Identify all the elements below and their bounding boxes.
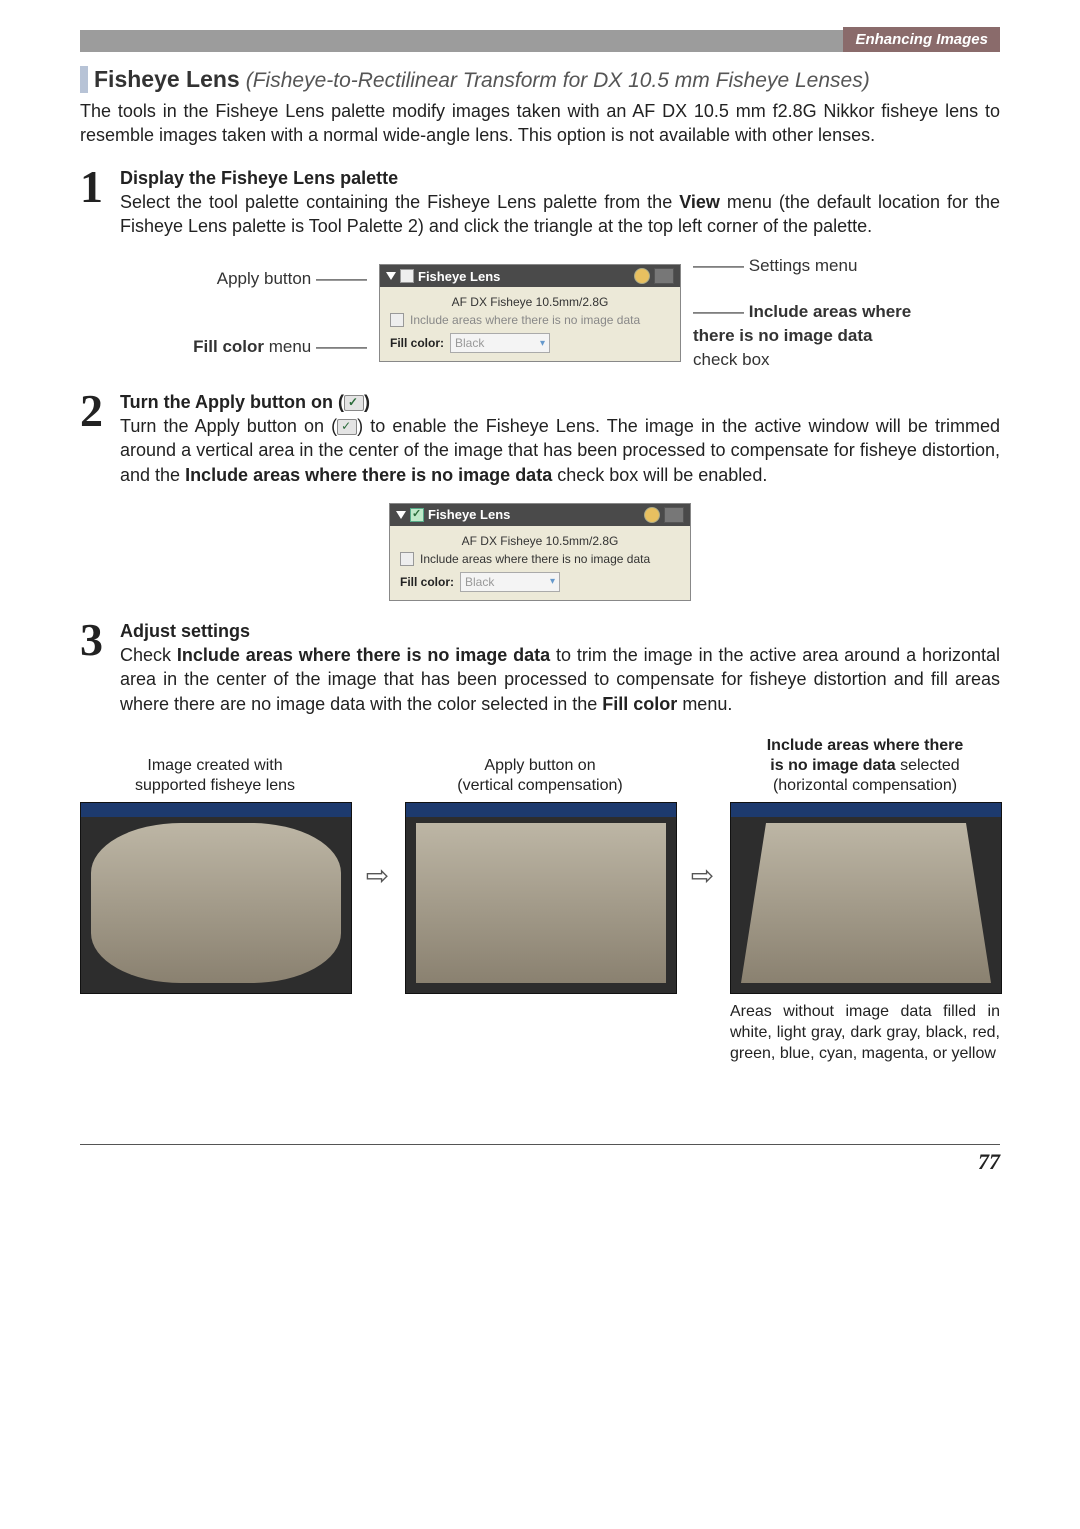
label-settings-menu: Settings menu [749, 256, 858, 275]
step-3: 3 Adjust settings Check Include areas wh… [80, 619, 1000, 716]
sample-col-3: Include areas where there is no image da… [730, 726, 1000, 1064]
palette-titlebar[interactable]: Fisheye Lens [390, 504, 690, 526]
step-heading: Display the Fisheye Lens palette [120, 168, 398, 188]
label-fill-color-bold: Fill color [193, 337, 264, 356]
intro-text: The tools in the Fisheye Lens palette mo… [80, 99, 1000, 148]
fill-color-row: Fill color: Black ▾ [400, 572, 680, 592]
chevron-down-icon: ▾ [540, 338, 545, 349]
page-number: 77 [80, 1145, 1000, 1175]
chevron-down-icon: ▾ [550, 576, 555, 587]
help-icon[interactable] [644, 507, 660, 523]
step-1-bold-a: View [679, 192, 720, 212]
help-icon[interactable] [634, 268, 650, 284]
collapse-triangle-icon[interactable] [386, 272, 396, 280]
sample2-line2: (vertical compensation) [405, 776, 675, 796]
sample-images-row: Image created with supported fisheye len… [80, 726, 1000, 1064]
step-1: 1 Display the Fisheye Lens palette Selec… [80, 166, 1000, 239]
fisheye-palette-off: Fisheye Lens AF DX Fisheye 10.5mm/2.8G I… [379, 264, 681, 362]
collapse-triangle-icon[interactable] [396, 511, 406, 519]
include-checkbox[interactable] [400, 552, 414, 566]
step-2-bold-a: Include areas where there is no image da… [185, 465, 552, 485]
label-include-rest: check box [693, 350, 770, 369]
label-include-bold: Include areas where there is no image da… [693, 302, 911, 345]
palette-titlebar[interactable]: Fisheye Lens [380, 265, 680, 287]
label-apply-button: Apply button [217, 269, 312, 288]
sample-col-2: Apply button on (vertical compensation) [405, 726, 675, 1064]
palette-title-text: Fisheye Lens [428, 507, 510, 522]
label-fill-color-rest: menu [264, 337, 311, 356]
include-areas-row-disabled: Include areas where there is no image da… [390, 313, 670, 327]
step-number: 1 [80, 166, 120, 239]
sample-image-horizontal [730, 802, 1002, 994]
sample-image-vertical [405, 802, 677, 994]
include-areas-row[interactable]: Include areas where there is no image da… [400, 552, 680, 566]
header-bar: Enhancing Images [80, 30, 1000, 52]
step-2-text-a: Turn the Apply button on ( [120, 416, 337, 436]
apply-on-inline-icon [344, 395, 364, 411]
step-number: 2 [80, 390, 120, 487]
apply-checkbox-on[interactable] [410, 508, 424, 522]
sample1-line2: supported fisheye lens [80, 776, 350, 796]
step-2: 2 Turn the Apply button on () Turn the A… [80, 390, 1000, 487]
settings-menu-icon[interactable] [654, 268, 674, 284]
fill-color-label: Fill color: [390, 336, 444, 350]
fill-color-value: Black [465, 575, 494, 589]
fill-color-label: Fill color: [400, 575, 454, 589]
section-tag: Enhancing Images [843, 27, 1000, 52]
page-title: Fisheye Lens (Fisheye-to-Rectilinear Tra… [80, 66, 1000, 93]
sample2-line1: Apply button on [405, 756, 675, 776]
arrow-icon: ⇨ [366, 859, 389, 932]
lens-name-text: AF DX Fisheye 10.5mm/2.8G [390, 295, 670, 309]
step-heading: Turn the Apply button on () [120, 392, 370, 412]
step-2-text-c: check box will be enabled. [552, 465, 767, 485]
sample-col-1: Image created with supported fisheye len… [80, 726, 350, 1064]
fisheye-palette-on: Fisheye Lens AF DX Fisheye 10.5mm/2.8G I… [389, 503, 691, 601]
sample-image-fisheye [80, 802, 352, 994]
step-3-text-a: Check [120, 645, 177, 665]
include-checkbox-disabled [390, 313, 404, 327]
fill-color-select-disabled: Black ▾ [450, 333, 550, 353]
palette-figure-1: Apply button ——— Fill color menu ——— Fis… [80, 254, 1000, 371]
palette-title-text: Fisheye Lens [418, 269, 500, 284]
step-number: 3 [80, 619, 120, 716]
sample1-line1: Image created with [80, 756, 350, 776]
title-bold: Fisheye Lens [94, 66, 240, 93]
sample3-line2-bold: is no image data [770, 757, 895, 774]
step-heading: Adjust settings [120, 621, 250, 641]
arrow-icon: ⇨ [691, 859, 714, 932]
title-italic: (Fisheye-to-Rectilinear Transform for DX… [246, 69, 870, 93]
apply-on-inline-icon [337, 419, 357, 435]
sample3-line1-bold: Include areas where there [767, 737, 964, 754]
fill-color-select-disabled: Black ▾ [460, 572, 560, 592]
sample3-caption: Areas without image data filled in white… [730, 1002, 1000, 1064]
lens-name-text: AF DX Fisheye 10.5mm/2.8G [400, 534, 680, 548]
step-3-bold-a: Include areas where there is no image da… [177, 645, 550, 665]
step-3-bold-b: Fill color [602, 694, 677, 714]
include-label: Include areas where there is no image da… [410, 313, 640, 327]
step-3-text-c: menu. [677, 694, 732, 714]
sample3-line3: (horizontal compensation) [730, 776, 1000, 796]
fill-color-row: Fill color: Black ▾ [390, 333, 670, 353]
settings-menu-icon[interactable] [664, 507, 684, 523]
sample3-line2-rest: selected [896, 757, 960, 774]
include-label: Include areas where there is no image da… [420, 552, 650, 566]
palette-figure-2: Fisheye Lens AF DX Fisheye 10.5mm/2.8G I… [80, 503, 1000, 601]
fill-color-value: Black [455, 336, 484, 350]
step-1-text-a: Select the tool palette containing the F… [120, 192, 679, 212]
apply-checkbox-off[interactable] [400, 269, 414, 283]
